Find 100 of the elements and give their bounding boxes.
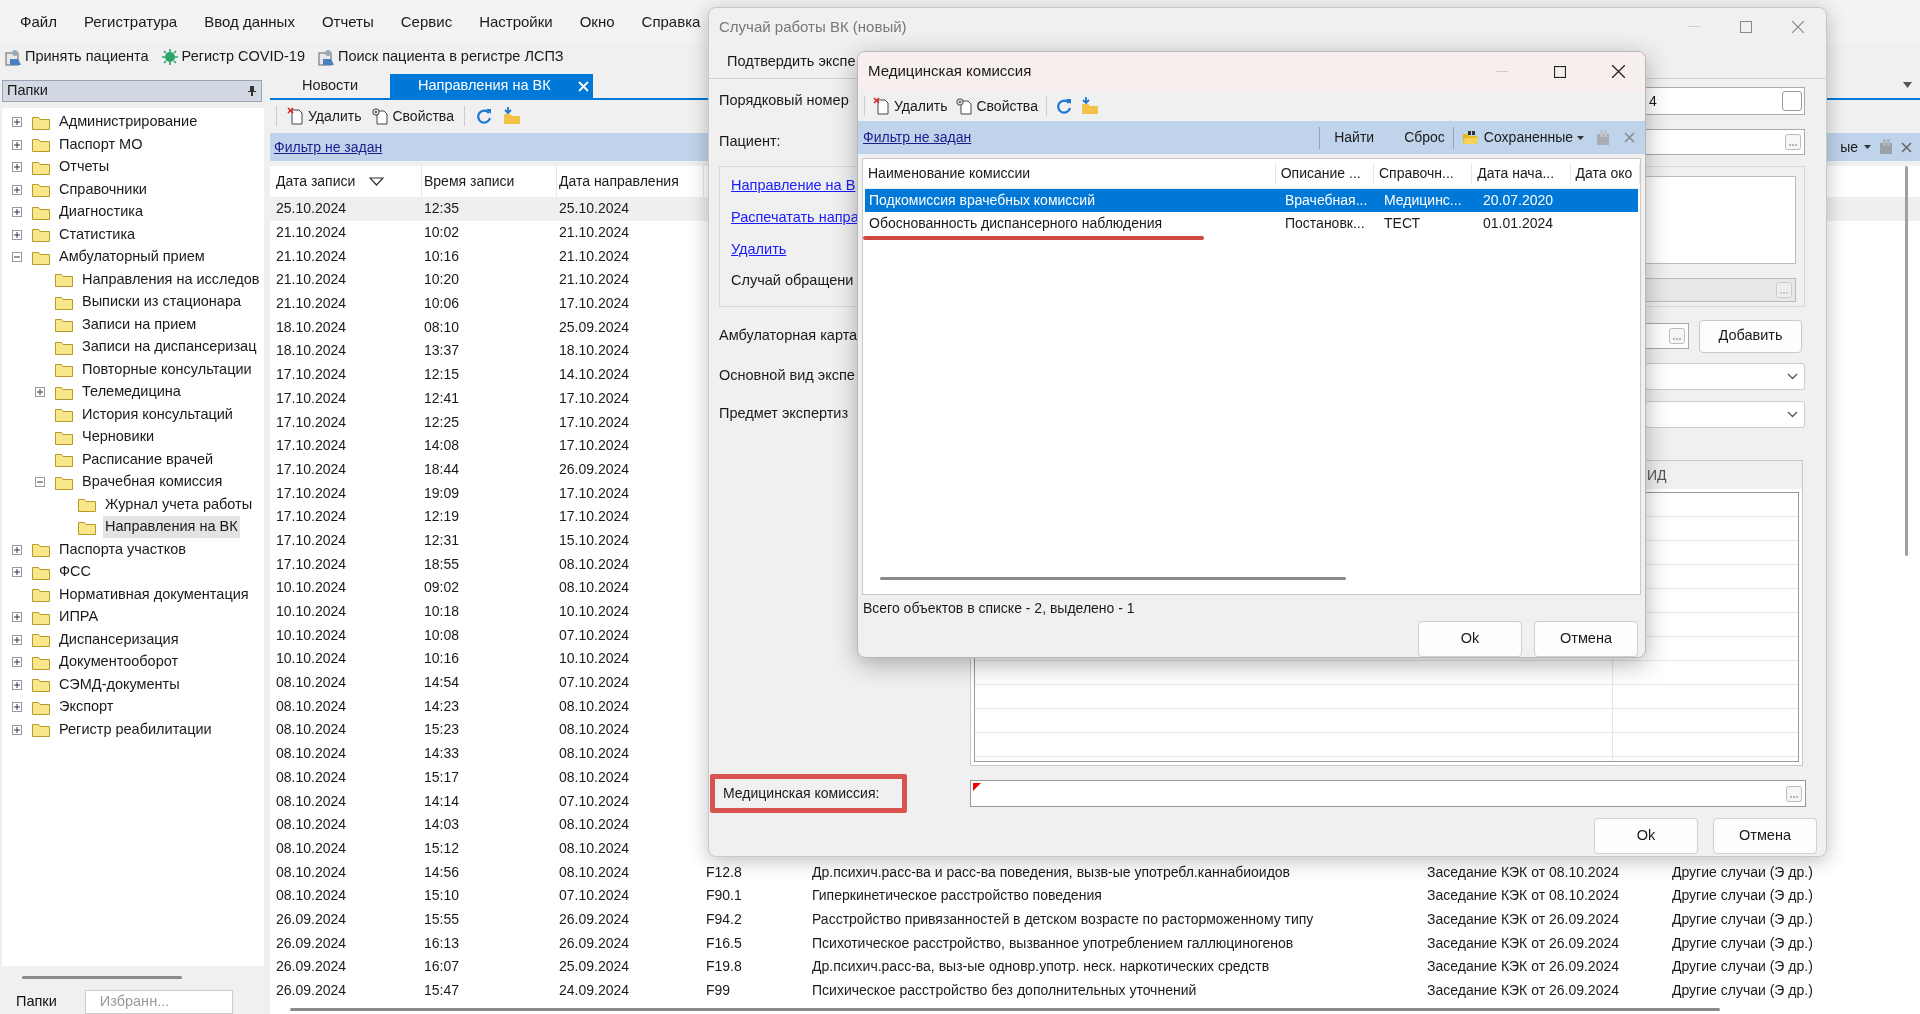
table-row[interactable]: Обоснованность диспансерного наблюдения Постановк... ТЕСТ 01.01.2024 <box>865 212 1638 235</box>
saved-filters-button[interactable]: Сохраненные <box>1461 127 1584 148</box>
link[interactable]: Направление на В <box>731 175 856 197</box>
tree-item[interactable]: Паспорт МО <box>57 133 145 156</box>
number-field[interactable]: 4 <box>1645 87 1805 115</box>
collapse-icon[interactable] <box>35 477 45 488</box>
expand-icon[interactable] <box>12 657 22 668</box>
tree-item[interactable]: Направления на ВК <box>103 516 240 539</box>
tree-item[interactable]: Журнал учета работы <box>103 493 255 516</box>
collapse-icon[interactable] <box>12 252 22 263</box>
menu-item[interactable]: Файл <box>20 10 57 34</box>
column-header[interactable]: ИД <box>1647 464 1707 486</box>
toolbar-button[interactable]: Принять пациента <box>4 46 149 68</box>
case-field[interactable] <box>1645 278 1796 302</box>
toolbar-button[interactable]: Удалить <box>873 95 948 117</box>
tree-item[interactable]: Нормативная документация <box>57 583 251 606</box>
expand-icon[interactable] <box>12 229 22 240</box>
maximize-icon[interactable] <box>1554 65 1566 78</box>
expand-icon[interactable] <box>12 162 22 173</box>
tree-item[interactable]: Телемедицина <box>80 381 183 404</box>
tree-item[interactable]: Администрирование <box>57 111 200 134</box>
filter-link[interactable]: Фильтр не задан <box>863 127 972 148</box>
tree-item[interactable]: История консультаций <box>80 403 235 426</box>
tree-item[interactable]: Диспансеризация <box>57 628 181 651</box>
scrollbar-thumb[interactable] <box>22 975 182 979</box>
find-button[interactable]: Найти <box>1334 127 1375 148</box>
menu-item[interactable]: Ввод данных <box>204 10 295 34</box>
patient-field[interactable] <box>1645 129 1805 155</box>
chevron-down-icon[interactable] <box>1903 82 1912 88</box>
cancel-button[interactable]: Отмена <box>1534 621 1638 657</box>
saved-filters-label[interactable]: ые <box>1840 136 1858 158</box>
expand-icon[interactable] <box>12 544 22 555</box>
add-button[interactable]: Добавить <box>1699 319 1802 353</box>
tree-item[interactable]: Регистр реабилитации <box>57 718 214 741</box>
expand-icon[interactable] <box>12 679 22 690</box>
expand-icon[interactable] <box>12 702 22 713</box>
tree-item[interactable]: Паспорта участков <box>57 538 188 561</box>
tree-item[interactable]: Документооборот <box>57 651 181 674</box>
folder-arrow-icon[interactable] <box>502 107 521 125</box>
column-header[interactable]: Дата нача... <box>1472 163 1571 184</box>
confirm-button[interactable]: Подтвердить экспе <box>727 51 856 73</box>
tab[interactable]: Папки <box>2 990 71 1014</box>
menu-item[interactable]: Настройки <box>479 10 553 34</box>
scrollbar-thumb[interactable] <box>880 577 1346 580</box>
expand-icon[interactable] <box>12 634 22 645</box>
reset-button[interactable]: Сброс <box>1404 127 1445 148</box>
tree-item[interactable]: Отчеты <box>57 156 112 179</box>
menu-item[interactable]: Отчеты <box>321 10 374 34</box>
tree-item[interactable]: Врачебная комиссия <box>80 471 225 494</box>
folder-arrow-icon[interactable] <box>1080 97 1099 115</box>
refresh-icon[interactable] <box>1054 97 1073 115</box>
refresh-icon[interactable] <box>474 107 493 125</box>
ok-button[interactable]: Ok <box>1418 621 1522 657</box>
ellipsis-icon[interactable] <box>1786 785 1802 802</box>
tree-item[interactable]: Записи на прием <box>80 313 199 336</box>
expand-icon[interactable] <box>12 117 22 128</box>
link[interactable]: Распечатать напра <box>731 206 859 229</box>
column-header[interactable]: Описание ... <box>1275 163 1374 184</box>
expand-icon[interactable] <box>12 724 22 735</box>
tree-item[interactable]: Записи на диспансеризац <box>80 336 259 359</box>
expand-icon[interactable] <box>12 612 22 623</box>
tree-item[interactable]: Статистика <box>57 223 138 246</box>
menu-item[interactable]: Сервис <box>400 10 453 34</box>
expand-icon[interactable] <box>12 567 22 578</box>
tab[interactable]: Направления на ВК <box>390 74 593 98</box>
scrollbar-thumb[interactable] <box>290 1008 1720 1011</box>
toolbar-button[interactable]: Поиск пациента в регистре ЛСПЗ <box>316 46 564 68</box>
tree-item[interactable]: Повторные консультации <box>80 358 254 381</box>
tree-item[interactable]: Выписки из стационара <box>80 291 243 314</box>
tree-item[interactable]: Направления на исследов <box>80 268 262 291</box>
tree-item[interactable]: Черновики <box>80 426 157 449</box>
column-header[interactable]: Наименование комиссии <box>863 163 1276 184</box>
tree-item[interactable]: ФСС <box>57 561 93 584</box>
tree-item[interactable]: Справочники <box>57 178 149 201</box>
commission-field[interactable] <box>970 780 1806 807</box>
expand-icon[interactable] <box>12 184 22 195</box>
checkbox[interactable] <box>1782 91 1802 111</box>
tree-item[interactable]: СЭМД-документы <box>57 673 182 696</box>
tree-item[interactable]: Диагностика <box>57 201 146 224</box>
column-header[interactable]: Справочн... <box>1374 163 1473 184</box>
menu-item[interactable]: Окно <box>579 10 615 34</box>
caret-icon[interactable] <box>1864 145 1871 149</box>
cancel-button[interactable]: Отмена <box>1713 818 1817 854</box>
scrollbar[interactable] <box>1905 166 1908 556</box>
expand-icon[interactable] <box>35 387 45 398</box>
link[interactable]: Удалить <box>731 238 787 261</box>
column-header[interactable]: Дата око <box>1570 163 1640 184</box>
filter-link[interactable]: Фильтр не задан <box>274 136 383 158</box>
table-row[interactable]: Подкомиссия врачебных комиссий Врачебная... Медицинс... 20.07.2020 <box>865 189 1638 212</box>
ok-button[interactable]: Ok <box>1594 818 1698 854</box>
card-field[interactable] <box>1645 323 1689 349</box>
expand-icon[interactable] <box>12 207 22 218</box>
close-icon[interactable] <box>1612 65 1625 78</box>
menu-item[interactable]: Регистратура <box>83 10 178 34</box>
pin-icon[interactable] <box>247 85 257 97</box>
expand-icon[interactable] <box>12 139 22 150</box>
tree-item[interactable]: Амбулаторный прием <box>57 246 207 269</box>
toolbar-button[interactable]: Удалить <box>287 105 362 127</box>
tree-item[interactable]: Расписание врачей <box>80 448 216 471</box>
tree-item[interactable]: Экспорт <box>57 696 116 719</box>
